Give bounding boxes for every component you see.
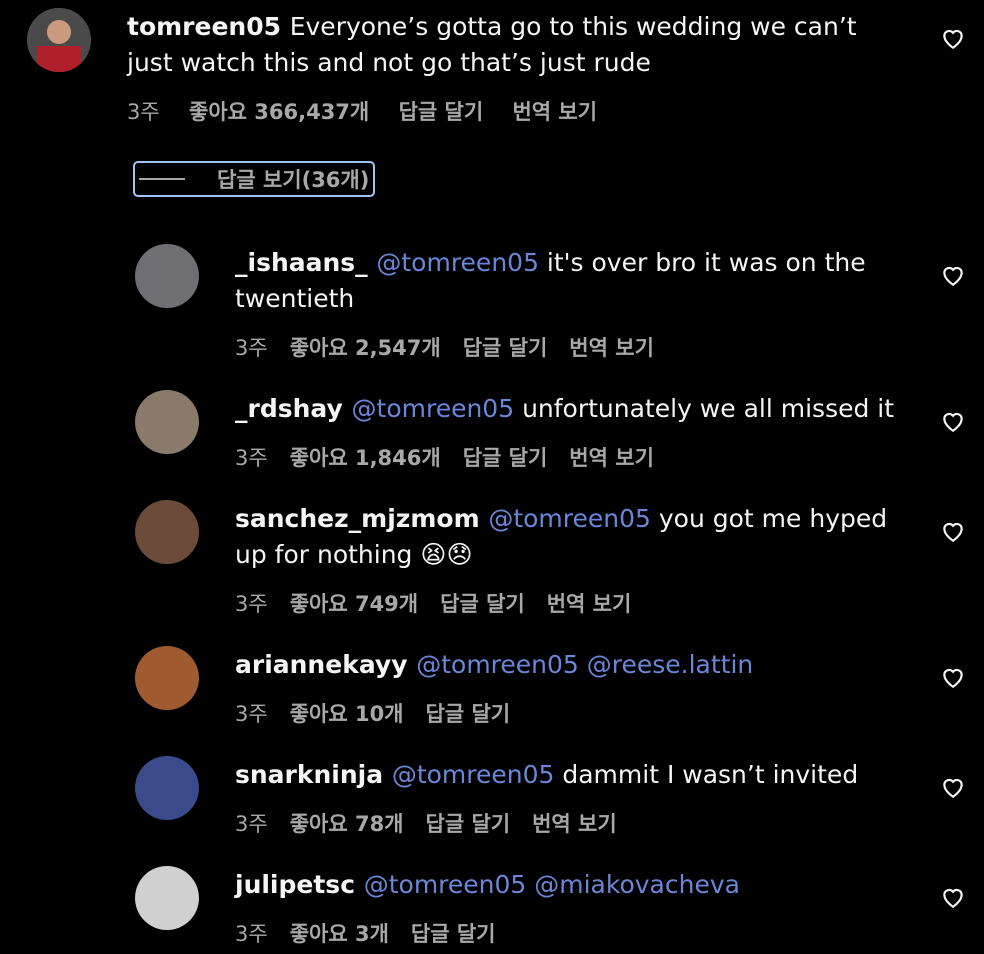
translate-button[interactable]: 번역 보기 bbox=[569, 446, 654, 470]
heart-icon[interactable] bbox=[940, 664, 966, 690]
likes-count[interactable]: 좋아요 3개 bbox=[290, 922, 389, 946]
view-replies-button[interactable]: 답글 보기(36개) bbox=[133, 161, 375, 197]
mention-link[interactable]: @tomreen05 @miakovacheva bbox=[364, 870, 740, 899]
likes-count[interactable]: 좋아요 2,547개 bbox=[290, 336, 441, 360]
avatar[interactable] bbox=[135, 866, 199, 930]
comment-text: snarkninja @tomreen05 dammit I wasn’t in… bbox=[235, 757, 905, 793]
likes-count[interactable]: 좋아요 749개 bbox=[290, 592, 418, 616]
timestamp[interactable]: 3주 bbox=[127, 100, 160, 124]
comment-meta: 3주 좋아요 10개 답글 달기 bbox=[235, 698, 532, 728]
mention-link[interactable]: @tomreen05 bbox=[488, 504, 659, 533]
comment-meta: 3주 좋아요 78개 답글 달기 번역 보기 bbox=[235, 808, 639, 838]
avatar[interactable] bbox=[135, 500, 199, 564]
reply-button[interactable]: 답글 달기 bbox=[399, 100, 484, 124]
comment-text: ariannekayy @tomreen05 @reese.lattin bbox=[235, 647, 905, 683]
avatar[interactable] bbox=[135, 244, 199, 308]
avatar[interactable] bbox=[135, 390, 199, 454]
heart-icon[interactable] bbox=[940, 25, 966, 51]
comment-body: unfortunately we all missed it bbox=[522, 394, 895, 423]
heart-icon[interactable] bbox=[940, 262, 966, 288]
comment-meta: 3주 좋아요 1,846개 답글 달기 번역 보기 bbox=[235, 442, 676, 472]
timestamp[interactable]: 3주 bbox=[235, 446, 268, 470]
likes-count[interactable]: 좋아요 78개 bbox=[290, 812, 404, 836]
translate-button[interactable]: 번역 보기 bbox=[512, 100, 597, 124]
heart-icon[interactable] bbox=[940, 408, 966, 434]
username[interactable]: julipetsc bbox=[235, 870, 364, 899]
comment-meta: 3주 좋아요 3개 답글 달기 bbox=[235, 918, 517, 948]
comment-meta: 3주 좋아요 2,547개 답글 달기 번역 보기 bbox=[235, 332, 676, 362]
comment-meta: 3주 좋아요 749개 답글 달기 번역 보기 bbox=[235, 588, 653, 618]
view-replies-label: 답글 보기(36개) bbox=[217, 168, 370, 192]
mention-link[interactable]: @tomreen05 bbox=[376, 248, 547, 277]
heart-icon[interactable] bbox=[940, 884, 966, 910]
heart-icon[interactable] bbox=[940, 518, 966, 544]
comment-text: _rdshay @tomreen05 unfortunately we all … bbox=[235, 391, 905, 427]
comment-text: _ishaans_ @tomreen05 it's over bro it wa… bbox=[235, 245, 905, 317]
timestamp[interactable]: 3주 bbox=[235, 812, 268, 836]
mention-link[interactable]: @tomreen05 @reese.lattin bbox=[416, 650, 753, 679]
translate-button[interactable]: 번역 보기 bbox=[547, 592, 632, 616]
timestamp[interactable]: 3주 bbox=[235, 336, 268, 360]
likes-count[interactable]: 좋아요 10개 bbox=[290, 702, 404, 726]
heart-icon[interactable] bbox=[940, 774, 966, 800]
mention-link[interactable]: @tomreen05 bbox=[392, 760, 563, 789]
comment-body: dammit I wasn’t invited bbox=[562, 760, 859, 789]
username[interactable]: ariannekayy bbox=[235, 650, 416, 679]
username[interactable]: _ishaans_ bbox=[235, 248, 376, 277]
comment-text: tomreen05 Everyone’s gotta go to this we… bbox=[127, 9, 907, 81]
username[interactable]: _rdshay bbox=[235, 394, 352, 423]
timestamp[interactable]: 3주 bbox=[235, 702, 268, 726]
comment-meta: 3주 좋아요 366,437개 답글 달기 번역 보기 bbox=[127, 96, 619, 126]
likes-count[interactable]: 좋아요 366,437개 bbox=[189, 100, 369, 124]
avatar[interactable] bbox=[135, 756, 199, 820]
reply-button[interactable]: 답글 달기 bbox=[426, 812, 511, 836]
reply-button[interactable]: 답글 달기 bbox=[440, 592, 525, 616]
reply-button[interactable]: 답글 달기 bbox=[463, 336, 548, 360]
avatar[interactable] bbox=[135, 646, 199, 710]
username[interactable]: sanchez_mjzmom bbox=[235, 504, 488, 533]
username[interactable]: tomreen05 bbox=[127, 12, 290, 41]
timestamp[interactable]: 3주 bbox=[235, 922, 268, 946]
comment-text: sanchez_mjzmom @tomreen05 you got me hyp… bbox=[235, 501, 905, 573]
username[interactable]: snarkninja bbox=[235, 760, 392, 789]
mention-link[interactable]: @tomreen05 bbox=[352, 394, 523, 423]
translate-button[interactable]: 번역 보기 bbox=[532, 812, 617, 836]
reply-button[interactable]: 답글 달기 bbox=[463, 446, 548, 470]
likes-count[interactable]: 좋아요 1,846개 bbox=[290, 446, 441, 470]
reply-button[interactable]: 답글 달기 bbox=[426, 702, 511, 726]
comment-text: julipetsc @tomreen05 @miakovacheva bbox=[235, 867, 905, 903]
avatar-image bbox=[27, 8, 91, 72]
avatar[interactable] bbox=[27, 8, 91, 72]
reply-button[interactable]: 답글 달기 bbox=[411, 922, 496, 946]
divider-line bbox=[139, 178, 185, 180]
translate-button[interactable]: 번역 보기 bbox=[569, 336, 654, 360]
timestamp[interactable]: 3주 bbox=[235, 592, 268, 616]
